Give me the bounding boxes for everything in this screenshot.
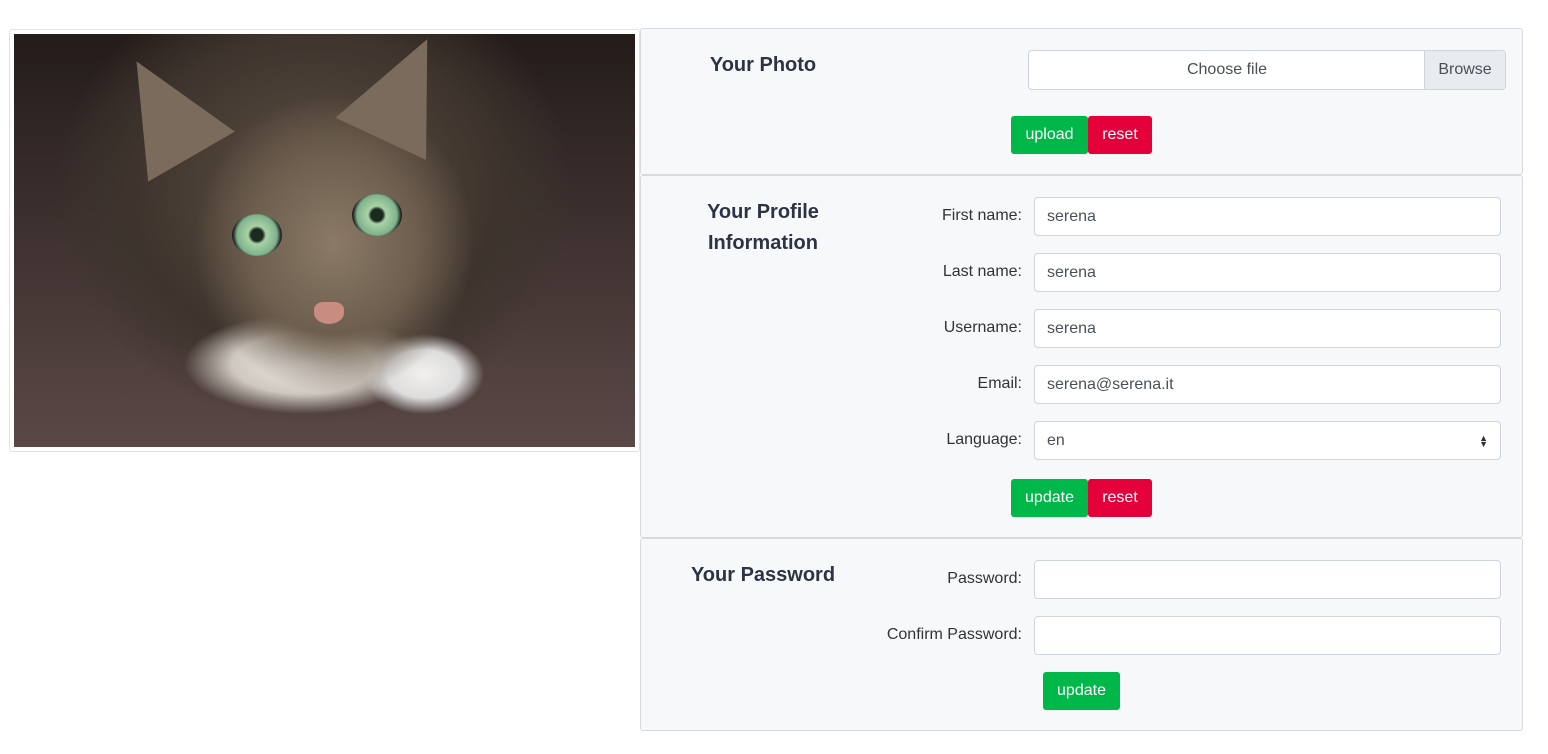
confirm-password-input[interactable] (1034, 616, 1501, 655)
email-input[interactable]: serena@serena.it (1034, 365, 1501, 404)
file-input[interactable]: Choose file Browse (1028, 50, 1506, 90)
browse-button[interactable]: Browse (1424, 51, 1505, 89)
password-panel: Your Password Password: Confirm Password… (640, 538, 1523, 731)
photo-panel: Your Photo Choose file Browse upload res… (640, 28, 1523, 175)
username-label: Username: (943, 319, 1022, 336)
password-input[interactable] (1034, 560, 1501, 599)
last-name-input[interactable]: serena (1034, 253, 1501, 292)
photo-panel-title: Your Photo (709, 54, 817, 76)
profile-update-button[interactable]: update (1011, 479, 1088, 517)
profile-title-line2: Information (708, 232, 818, 254)
first-name-input[interactable]: serena (1034, 197, 1501, 236)
profile-reset-button[interactable]: reset (1088, 479, 1152, 517)
language-label: Language: (946, 431, 1022, 448)
first-name-label: First name: (941, 207, 1022, 224)
profile-title-line1: Your Profile (707, 201, 819, 223)
select-arrows-icon: ▲ ▼ (1479, 433, 1488, 449)
profile-panel-title: Your Profile Information (683, 197, 843, 259)
email-label: Email: (977, 375, 1022, 392)
password-update-button[interactable]: update (1043, 672, 1120, 710)
password-label: Password: (947, 570, 1022, 587)
confirm-password-label: Confirm Password: (886, 626, 1022, 643)
profile-panel: Your Profile Information First name: ser… (640, 175, 1523, 538)
profile-photo-cat-image (14, 34, 635, 447)
profile-photo-frame (9, 29, 640, 452)
last-name-label: Last name: (942, 263, 1022, 280)
username-input[interactable]: serena (1034, 309, 1501, 348)
upload-button[interactable]: upload (1011, 116, 1088, 154)
language-select[interactable]: en ▲ ▼ (1034, 421, 1501, 460)
file-placeholder: Choose file (1186, 61, 1268, 78)
language-value: en (1047, 432, 1065, 449)
photo-reset-button[interactable]: reset (1088, 116, 1152, 154)
